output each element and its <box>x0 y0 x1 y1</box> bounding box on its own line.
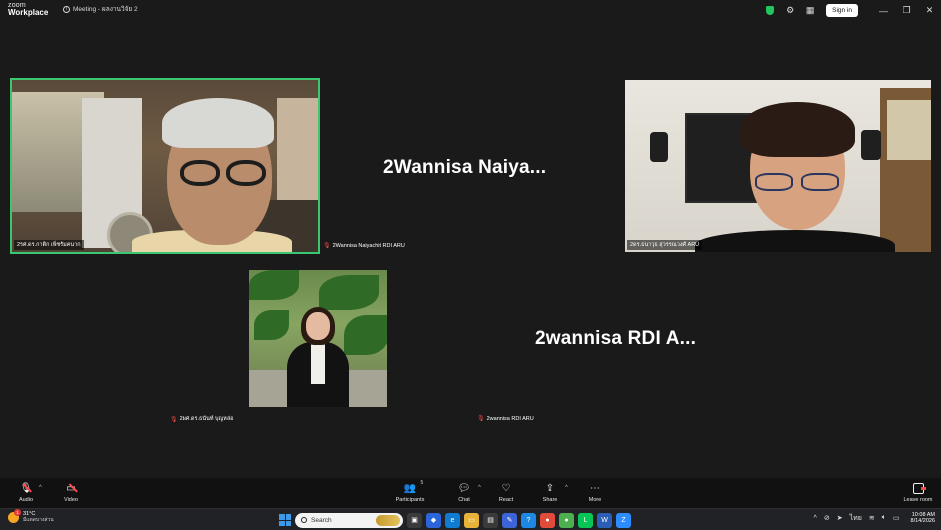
audio-options-caret-icon[interactable]: ^ <box>39 485 42 491</box>
help-icon[interactable]: ? <box>521 512 536 528</box>
meeting-controls: 🎙︎ Audio ^ ▭ Video 👥 5 Participants 💬︎ Ch… <box>0 478 941 508</box>
leave-room-button[interactable]: Leave room <box>898 481 938 503</box>
participant-name-tag: 🎙︎ 2Wannisa Naiyachit RDI ARU <box>323 242 405 250</box>
heart-icon: ♡ <box>501 482 511 494</box>
copilot-icon[interactable]: ◆ <box>426 512 441 528</box>
participant-name-tag: 2รศ.ดร.กาติก เพ็ชรัมคนาก <box>14 240 84 250</box>
participant-name-tag: 🎙︎ 2ผศ.ดร.ธนันท์ บุญหล่อ <box>170 416 234 423</box>
title-bar: zoom Workplace i Meeting - ผลงานวิจัย 2 … <box>0 0 941 21</box>
maximize-icon[interactable]: ❐ <box>895 0 918 21</box>
zoom-app-icon[interactable]: Z <box>616 512 631 528</box>
share-button[interactable]: ⇪ Share <box>530 481 570 504</box>
participant-name-tag: 2ดร.ธนาวุธ สุวรรณวงศ์ ARU <box>627 240 703 250</box>
meeting-stage: 2รศ.ดร.กาติก เพ็ชรัมคนาก 2Wannisa Naiya.… <box>0 21 941 478</box>
share-options-caret-icon[interactable]: ^ <box>565 485 568 491</box>
chat-icon: 💬︎ <box>457 482 471 494</box>
windows-start-icon[interactable] <box>279 514 291 526</box>
language-tray-icon[interactable]: ไทย <box>850 513 862 524</box>
weather-desc: มีแดดบางส่วน <box>23 516 54 523</box>
edge-browser-icon[interactable]: e <box>445 512 460 528</box>
store-icon[interactable]: ▤ <box>483 512 498 528</box>
notification-badge: 1 <box>14 509 21 516</box>
meeting-title[interactable]: i Meeting - ผลงานวิจัย 2 <box>63 4 138 14</box>
mic-muted-icon: 🎙︎ <box>170 416 178 423</box>
search-icon <box>301 517 307 523</box>
chat-options-caret-icon[interactable]: ^ <box>478 485 481 491</box>
participant-display-name: 2Wannisa Naiya... <box>383 157 547 178</box>
participants-icon: 👥 5 <box>403 480 424 494</box>
video-off-icon: ▭ <box>66 482 76 494</box>
clock-date: 8/14/2026 <box>910 518 935 525</box>
weather-sun-icon: 1 <box>8 509 21 523</box>
react-button[interactable]: ♡ React <box>486 481 526 504</box>
line-app-icon[interactable]: L <box>578 512 593 528</box>
taskbar-clock[interactable]: 10:08 AM 8/14/2026 <box>911 512 935 524</box>
meeting-info-icon[interactable]: i <box>63 5 70 13</box>
search-highlight-icon <box>376 514 400 526</box>
weather-widget[interactable]: 1 31°C มีแดดบางส่วน <box>8 509 54 523</box>
mic-muted-icon: 🎙︎ <box>19 482 33 494</box>
word-app-icon[interactable]: W <box>597 512 612 528</box>
file-explorer-icon[interactable]: ▭ <box>464 512 479 528</box>
battery-icon[interactable]: ▭ <box>893 514 900 522</box>
participant-name-tag: 🎙︎ 2wannisa RDI ARU <box>477 415 534 423</box>
video-button[interactable]: ▭ Video <box>51 481 91 504</box>
chrome-browser-icon[interactable]: ● <box>540 512 555 528</box>
feather-app-icon[interactable]: ✎ <box>502 512 517 528</box>
volume-icon[interactable]: 🔈︎ <box>882 514 886 522</box>
share-screen-icon: ⇪ <box>545 482 555 494</box>
zoom-logo: zoom Workplace <box>8 2 48 17</box>
participant-display-name: 2wannisa RDI A... <box>535 328 697 349</box>
meeting-title-text: Meeting - ผลงานวิจัย 2 <box>73 6 138 13</box>
mic-muted-icon: 🎙︎ <box>323 243 331 249</box>
minimize-icon[interactable]: — <box>872 0 895 21</box>
gallery-view-icon[interactable]: ▦ <box>800 0 820 21</box>
participant-video-tile[interactable]: 2รศ.ดร.กาติก เพ็ชรัมคนาก <box>10 78 320 254</box>
more-button[interactable]: ⋯ More <box>575 481 615 504</box>
location-tray-icon[interactable]: ➤ <box>837 514 843 522</box>
windows-taskbar: 1 31°C มีแดดบางส่วน Search ▣ ◆ e ▭ ▤ ✎ ?… <box>0 508 941 530</box>
wifi-icon[interactable]: ≋ <box>869 514 875 522</box>
participant-profile-picture[interactable] <box>249 270 387 407</box>
encryption-shield-icon[interactable] <box>760 0 780 21</box>
system-tray: ^ ⊘ ➤ ไทย ≋ 🔈︎ ▭ 10:08 AM 8/14/2026 <box>814 512 935 524</box>
mic-muted-icon: 🎙︎ <box>477 416 485 422</box>
camera-tray-icon[interactable]: ⊘ <box>824 514 830 522</box>
chrome-profile-icon[interactable]: ● <box>559 512 574 528</box>
shortcut-icon[interactable]: ⚙ <box>780 0 800 21</box>
leave-icon <box>912 481 926 495</box>
sign-in-button[interactable]: Sign in <box>826 4 858 17</box>
participants-button[interactable]: 👥 5 Participants <box>390 480 430 503</box>
close-icon[interactable]: ✕ <box>918 0 941 21</box>
taskbar-search-input[interactable]: Search <box>295 512 403 528</box>
more-icon: ⋯ <box>590 482 600 494</box>
participant-video-tile[interactable]: 2ดร.ธนาวุธ สุวรรณวงศ์ ARU <box>625 80 931 252</box>
logo-line2: Workplace <box>8 8 49 17</box>
task-view-icon[interactable]: ▣ <box>407 512 422 528</box>
show-hidden-icons-chevron-icon[interactable]: ^ <box>814 515 817 522</box>
